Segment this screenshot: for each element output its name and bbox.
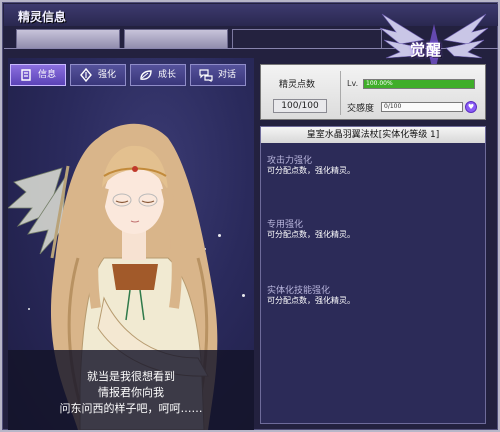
spirit-detail-panel: 皇室水晶羽翼法杖[实体化等级 1] 攻击力强化 可分配点数，强化精灵。 专用强化… bbox=[260, 126, 486, 424]
window-title: 精灵信息 bbox=[18, 10, 67, 24]
level-bar: 100.00% bbox=[363, 79, 475, 89]
dialogue-box: 就当是我很想看到 情报君你向我 问东问西的样子吧，呵呵…… bbox=[8, 350, 254, 430]
dialogue-line-2: 情报君你向我 bbox=[98, 386, 164, 399]
chat-icon bbox=[199, 69, 213, 82]
spirit-points-value: 100/100 bbox=[273, 99, 327, 113]
spirit-points-label: 精灵点数 bbox=[279, 80, 316, 90]
level-label: Lv. bbox=[347, 79, 359, 88]
logo-text: 觉醒 bbox=[409, 41, 442, 59]
nav-info-button[interactable]: 信息 bbox=[10, 64, 66, 86]
section-exclusive-desc: 可分配点数，强化精灵。 bbox=[267, 230, 355, 239]
affinity-label: 交感度 bbox=[347, 104, 375, 114]
nav-info-label: 信息 bbox=[37, 70, 56, 80]
nav-chat-label: 对话 bbox=[217, 70, 236, 80]
dialogue-line-1: 就当是我很想看到 bbox=[87, 370, 175, 383]
stats-divider bbox=[340, 71, 341, 115]
tab-2[interactable] bbox=[124, 29, 228, 49]
tab-1[interactable] bbox=[16, 29, 120, 49]
growth-icon bbox=[140, 70, 152, 80]
affinity-bar: 0/100 bbox=[381, 102, 463, 112]
nav-growth-label: 成长 bbox=[157, 70, 176, 80]
affinity-value: 0/100 bbox=[384, 103, 402, 110]
nav-enhance-label: 强化 bbox=[97, 70, 116, 80]
nav-enhance-button[interactable]: 强化 bbox=[70, 64, 126, 86]
tab-active[interactable] bbox=[232, 29, 382, 49]
level-value: 100.00% bbox=[366, 80, 393, 87]
nav-growth-button[interactable]: 成长 bbox=[130, 64, 186, 86]
affinity-heart-icon[interactable]: ♥ bbox=[465, 101, 477, 113]
section-skill-desc: 可分配点数，强化精灵。 bbox=[267, 296, 355, 305]
info-icon bbox=[21, 69, 31, 81]
spirit-stats-panel: 精灵点数 100/100 Lv. 100.00% 交感度 0/100 ♥ bbox=[260, 64, 486, 120]
section-attack-desc: 可分配点数，强化精灵。 bbox=[267, 166, 355, 175]
dialogue-line-3: 问东问西的样子吧，呵呵…… bbox=[59, 402, 203, 415]
spirit-info-window: 精灵信息 觉醒 信息 强化 成长 对话 就当是我很想看到 情报君你向我 问东问西… bbox=[0, 0, 500, 432]
nav-chat-button[interactable]: 对话 bbox=[190, 64, 246, 86]
enhance-icon bbox=[80, 68, 92, 82]
weapon-name-header: 皇室水晶羽翼法杖[实体化等级 1] bbox=[261, 127, 485, 143]
